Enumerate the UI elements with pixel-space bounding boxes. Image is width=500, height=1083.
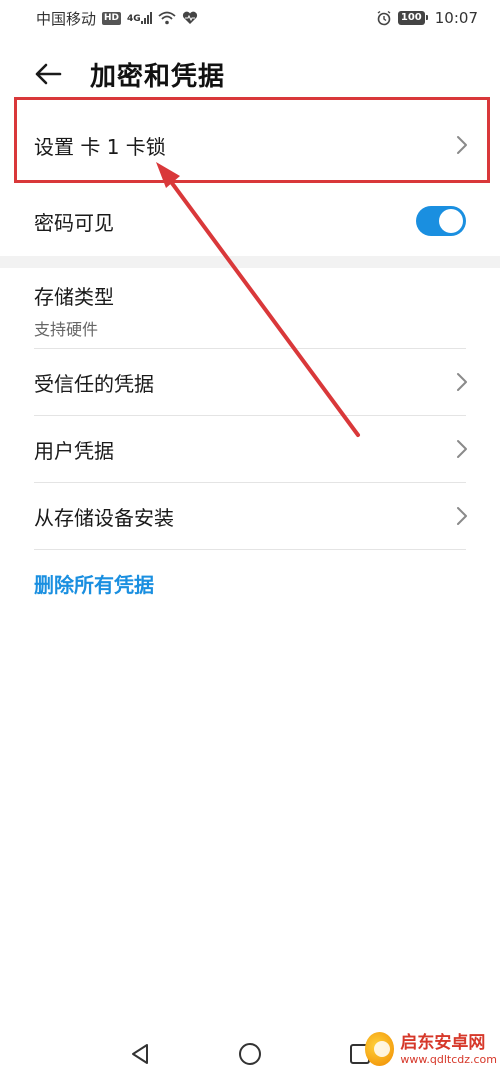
chevron-right-icon bbox=[457, 440, 467, 458]
settings-screen: 中国移动 HD 4G 100 10:07 加密和凭据 设置 卡 1 卡锁 密码可… bbox=[0, 0, 500, 1083]
nav-home-icon bbox=[239, 1043, 261, 1065]
storage-type-label: 存储类型 bbox=[34, 284, 114, 309]
status-bar: 中国移动 HD 4G 100 10:07 bbox=[0, 0, 500, 36]
clear-credentials-label: 删除所有凭据 bbox=[34, 572, 154, 597]
password-visible-row: 密码可见 bbox=[0, 186, 500, 256]
battery-icon: 100 bbox=[397, 11, 428, 25]
wifi-icon bbox=[158, 11, 176, 25]
user-credentials-label: 用户凭据 bbox=[34, 438, 114, 463]
chevron-right-icon bbox=[457, 136, 467, 154]
chevron-right-icon bbox=[457, 507, 467, 525]
signal-icon: 4G bbox=[127, 12, 152, 24]
install-from-storage-label: 从存储设备安装 bbox=[34, 505, 174, 530]
nav-home-button[interactable] bbox=[230, 1034, 270, 1074]
storage-type-value: 支持硬件 bbox=[34, 319, 99, 339]
sim-lock-label: 设置 卡 1 卡锁 bbox=[34, 134, 166, 159]
password-visible-label: 密码可见 bbox=[34, 210, 114, 235]
alarm-icon bbox=[377, 10, 391, 26]
hd-icon: HD bbox=[102, 11, 122, 25]
clock: 10:07 bbox=[434, 9, 478, 27]
page-title: 加密和凭据 bbox=[90, 62, 226, 92]
chevron-right-icon bbox=[457, 373, 467, 391]
sim-lock-row[interactable]: 设置 卡 1 卡锁 bbox=[0, 107, 500, 183]
clear-credentials-button[interactable]: 删除所有凭据 bbox=[0, 550, 500, 616]
storage-type-row: 存储类型 支持硬件 bbox=[0, 272, 500, 348]
nav-recents-icon bbox=[350, 1044, 370, 1064]
navigation-bar bbox=[0, 1025, 500, 1083]
status-left: 中国移动 HD 4G bbox=[36, 8, 198, 29]
user-credentials-row[interactable]: 用户凭据 bbox=[0, 416, 500, 482]
trusted-credentials-label: 受信任的凭据 bbox=[34, 371, 154, 396]
password-visible-toggle[interactable] bbox=[416, 206, 466, 236]
toggle-knob bbox=[439, 209, 463, 233]
signal-bars bbox=[140, 12, 152, 24]
install-from-storage-row[interactable]: 从存储设备安装 bbox=[0, 483, 500, 549]
status-right: 100 10:07 bbox=[376, 9, 478, 27]
carrier-name: 中国移动 bbox=[36, 9, 97, 28]
trusted-credentials-row[interactable]: 受信任的凭据 bbox=[0, 349, 500, 415]
arrow-left-icon bbox=[35, 63, 62, 85]
nav-back-icon bbox=[132, 1044, 148, 1064]
back-button[interactable] bbox=[30, 58, 66, 90]
section-gap bbox=[0, 256, 500, 268]
network-type: 4G bbox=[127, 14, 141, 24]
nav-back-button[interactable] bbox=[120, 1034, 160, 1074]
nav-recents-button[interactable] bbox=[340, 1034, 380, 1074]
heart-icon bbox=[182, 11, 197, 24]
app-header: 加密和凭据 bbox=[0, 50, 500, 98]
